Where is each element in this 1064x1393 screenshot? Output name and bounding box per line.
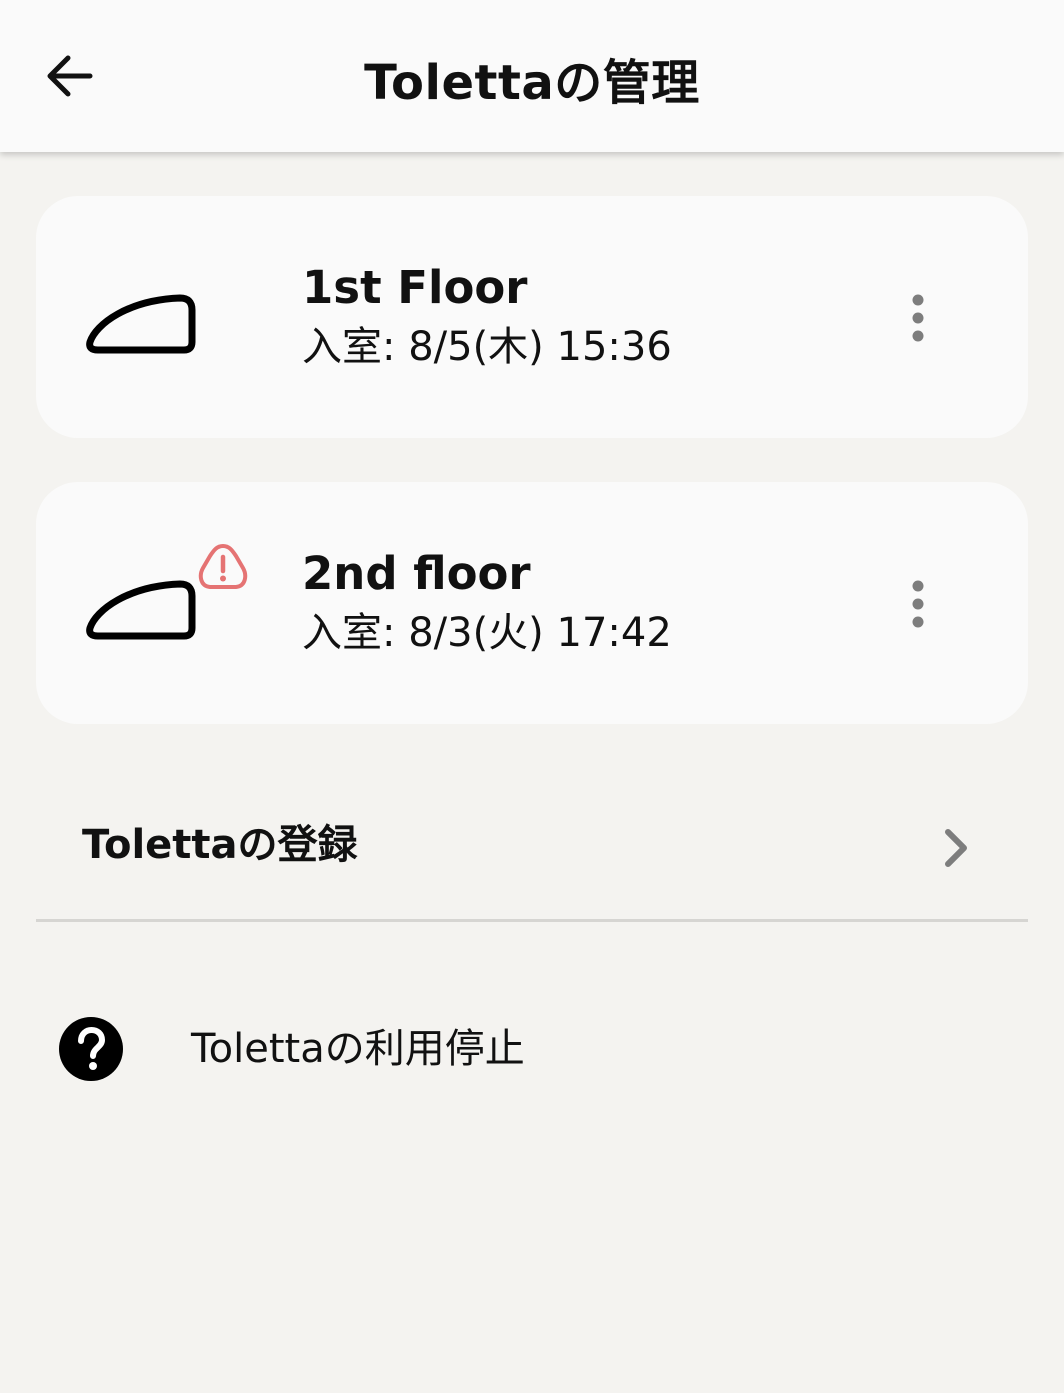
device-entry-time: 入室: 8/3(火) 17:42: [302, 610, 672, 656]
device-name: 1st Floor: [302, 261, 528, 314]
alert-icon: [198, 544, 248, 589]
device-card-2nd-floor[interactable]: 2nd floor 入室: 8/3(火) 17:42: [36, 482, 1028, 724]
register-toletta-row[interactable]: Tolettaの登録: [36, 776, 1028, 922]
device-name: 2nd floor: [302, 547, 531, 600]
more-options-button[interactable]: [896, 288, 940, 348]
device-card-1st-floor[interactable]: 1st Floor 入室: 8/5(木) 15:36: [36, 196, 1028, 438]
arrow-left-icon: [47, 55, 93, 97]
toilet-device-icon: [86, 294, 196, 354]
more-vertical-icon: [912, 580, 924, 628]
stop-toletta-label: Tolettaの利用停止: [191, 1026, 525, 1072]
help-icon: [59, 1017, 123, 1081]
stop-toletta-row[interactable]: Tolettaの利用停止: [36, 992, 1028, 1108]
more-vertical-icon: [912, 294, 924, 342]
app-bar: Tolettaの管理: [0, 0, 1064, 152]
back-button[interactable]: [38, 46, 100, 106]
toilet-device-icon: [86, 580, 196, 640]
device-entry-time: 入室: 8/5(木) 15:36: [302, 324, 672, 370]
register-toletta-label: Tolettaの登録: [82, 822, 358, 868]
chevron-right-icon: [945, 829, 967, 867]
page-title: Tolettaの管理: [364, 55, 700, 111]
more-options-button[interactable]: [896, 574, 940, 634]
